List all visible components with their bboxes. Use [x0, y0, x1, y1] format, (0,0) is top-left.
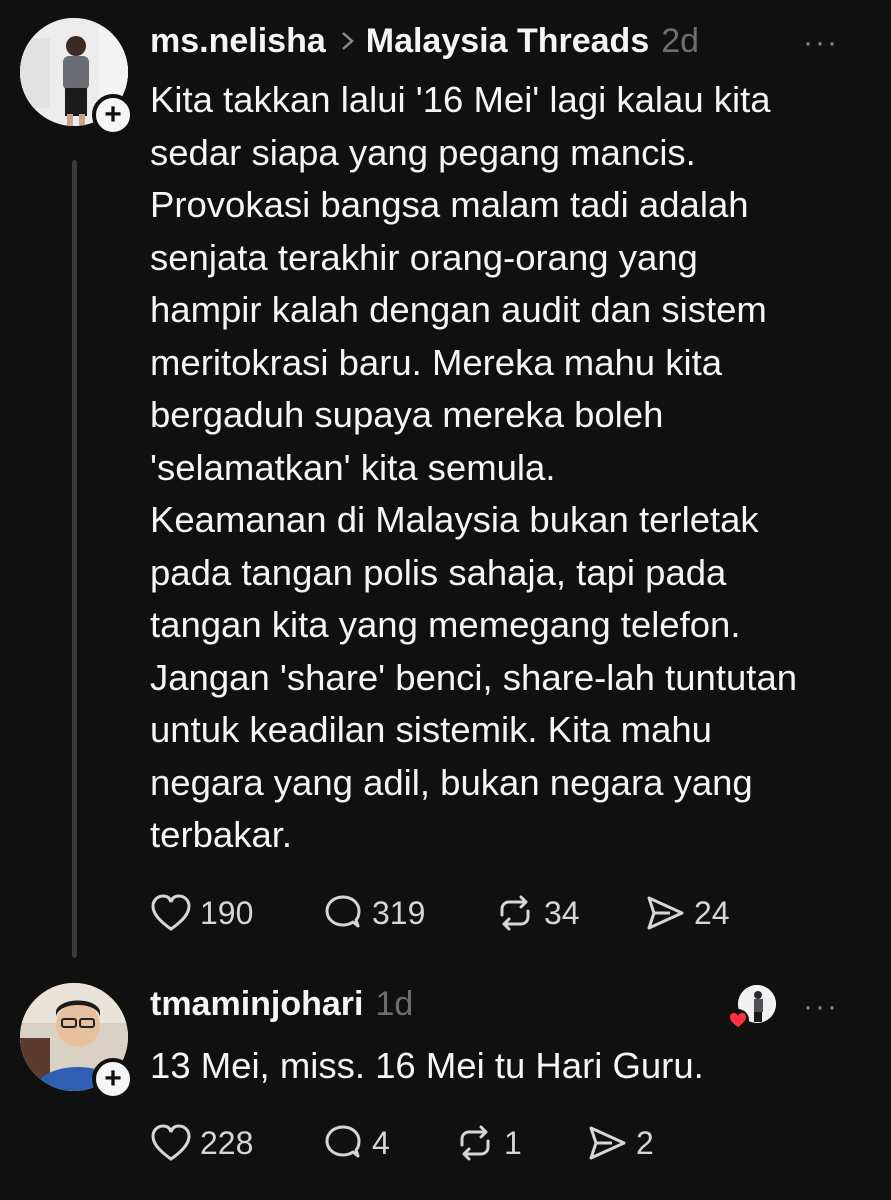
share-button[interactable]: 24 — [644, 893, 784, 933]
heart-icon — [151, 894, 191, 931]
repost-icon — [500, 895, 530, 931]
repost-count: 1 — [504, 1124, 522, 1161]
repost-button[interactable]: 1 — [454, 1123, 586, 1163]
comment-icon — [325, 895, 361, 928]
post-header: ms.nelisha Malaysia Threads 2d — [150, 22, 699, 61]
reply-button[interactable]: 4 — [322, 1123, 454, 1163]
share-count: 2 — [636, 1124, 654, 1161]
username[interactable]: ms.nelisha — [150, 22, 326, 61]
post-text: 13 Mei, miss. 16 Mei tu Hari Guru. — [150, 1045, 704, 1086]
repost-icon — [460, 1125, 490, 1161]
reply-count: 4 — [372, 1124, 390, 1161]
timestamp: 2d — [661, 22, 700, 60]
like-count: 190 — [200, 894, 254, 931]
action-bar: 228 4 1 2 — [150, 1123, 706, 1163]
follow-plus-button[interactable]: + — [92, 94, 134, 136]
like-button[interactable]: 228 — [150, 1123, 322, 1163]
share-button[interactable]: 2 — [586, 1123, 706, 1163]
username[interactable]: tmaminjohari — [150, 985, 363, 1024]
more-options-icon[interactable]: ··· — [803, 26, 839, 60]
chevron-right-icon — [340, 26, 356, 60]
comment-icon — [325, 1125, 361, 1158]
send-icon — [647, 896, 684, 930]
reply-button[interactable]: 319 — [322, 893, 494, 933]
timestamp: 1d — [375, 985, 414, 1023]
reply-count: 319 — [372, 894, 426, 931]
follow-plus-button[interactable]: + — [92, 1058, 134, 1100]
heart-badge-icon — [727, 1009, 749, 1031]
post-text: Kita takkan lalui '16 Mei' lagi kalau ki… — [150, 79, 798, 855]
community-name[interactable]: Malaysia Threads — [366, 22, 649, 61]
repost-count: 34 — [544, 894, 580, 931]
action-bar: 190 319 34 24 — [150, 893, 784, 933]
post-header: tmaminjohari 1d — [150, 985, 413, 1024]
repost-button[interactable]: 34 — [494, 893, 644, 933]
send-icon — [589, 1126, 626, 1160]
heart-icon — [151, 1124, 191, 1161]
like-button[interactable]: 190 — [150, 893, 322, 933]
like-count: 228 — [200, 1124, 254, 1161]
thread-line — [72, 160, 77, 958]
share-count: 24 — [694, 894, 730, 931]
more-options-icon[interactable]: ··· — [803, 990, 839, 1024]
